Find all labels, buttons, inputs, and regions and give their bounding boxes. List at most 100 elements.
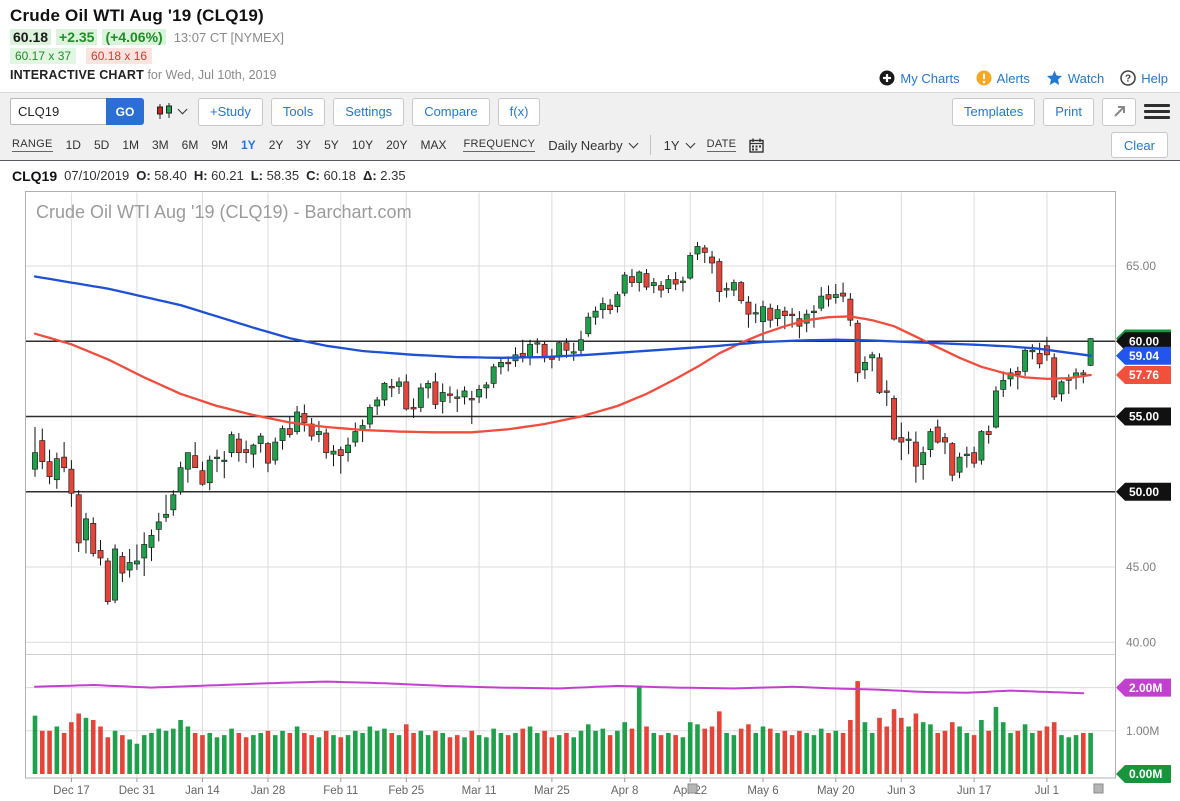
svg-text:0.00M: 0.00M [1129, 767, 1162, 781]
header-link-help[interactable]: ?Help [1120, 70, 1168, 86]
compare-button[interactable]: Compare [412, 98, 489, 126]
page-title: Crude Oil WTI Aug '19 (CLQ19) [10, 6, 1170, 26]
svg-text:40.00: 40.00 [1126, 635, 1156, 649]
date-label: DATE [707, 138, 737, 152]
svg-text:45.00: 45.00 [1126, 560, 1156, 574]
chevron-down-icon [628, 138, 638, 148]
f-x-button[interactable]: f(x) [498, 98, 541, 126]
expand-arrow-icon [1113, 105, 1126, 118]
range-item-20y[interactable]: 20Y [386, 138, 407, 152]
symbol-input[interactable] [10, 98, 106, 125]
svg-text:Feb 11: Feb 11 [323, 785, 358, 797]
grid-lines [26, 193, 1116, 778]
ohlc-field: Δ: 2.35 [363, 168, 406, 183]
range-item-5d[interactable]: 5D [94, 138, 109, 152]
divider [650, 135, 651, 155]
svg-text:Dec 31: Dec 31 [119, 785, 155, 797]
header-link-alerts[interactable]: Alerts [976, 70, 1030, 86]
svg-text:50.00: 50.00 [1129, 485, 1159, 499]
chevron-down-icon [685, 138, 695, 148]
svg-text:Mar 11: Mar 11 [462, 785, 497, 797]
range-item-1y[interactable]: 1Y [241, 138, 256, 152]
frequency-dropdown[interactable]: Daily Nearby [548, 138, 636, 153]
x-axis-labels: Dec 17 Dec 31 Jan 14 Jan 28 Feb 11 Feb 25 Mar … [53, 778, 1059, 797]
range-item-3y[interactable]: 3Y [296, 138, 311, 152]
range-item-3m[interactable]: 3M [152, 138, 169, 152]
last-price: 60.18 [10, 29, 51, 45]
range-item-1d[interactable]: 1D [66, 138, 81, 152]
price-change-percent: (+4.06%) [102, 29, 165, 45]
range-item-5y[interactable]: 5Y [324, 138, 339, 152]
ask-value: 60.18 x 16 [86, 48, 152, 64]
range-label: RANGE [12, 138, 53, 152]
svg-text:Jun 3: Jun 3 [887, 785, 915, 797]
ohlc-field: H: 60.21 [194, 168, 244, 183]
range-item-1m[interactable]: 1M [122, 138, 139, 152]
ohlc-symbol: CLQ19 [12, 168, 57, 184]
bid-ask-row: 60.17 x 37 60.18 x 16 [10, 48, 1170, 64]
svg-text:2.00M: 2.00M [1129, 681, 1162, 695]
calendar-button[interactable] [749, 138, 764, 153]
price-axis-labels: 65.0045.0040.001.00M60.1860.0055.0050.00… [1116, 259, 1171, 783]
price-change: +2.35 [56, 29, 97, 45]
svg-text:Dec 17: Dec 17 [53, 785, 89, 797]
settings-button[interactable]: Settings [333, 98, 404, 126]
red-ma-line [35, 316, 1091, 432]
range-item-9m[interactable]: 9M [211, 138, 228, 152]
go-button[interactable]: GO [106, 98, 144, 125]
section-label: INTERACTIVE CHART [10, 68, 144, 82]
svg-text:1.00M: 1.00M [1126, 724, 1159, 738]
ohlc-date: 07/10/2019 [64, 168, 129, 183]
volume-bars [33, 681, 1093, 774]
svg-text:Jun 17: Jun 17 [957, 785, 992, 797]
svg-text:Feb 25: Feb 25 [388, 785, 424, 797]
svg-text:57.76: 57.76 [1129, 368, 1159, 382]
header-link-my-charts[interactable]: My Charts [879, 70, 959, 86]
svg-text:60.00: 60.00 [1129, 334, 1159, 348]
chart-handle-icon[interactable] [1094, 784, 1103, 793]
header-link-watch[interactable]: Watch [1046, 70, 1104, 86]
chart-handle-icon[interactable] [688, 784, 697, 793]
candlestick-type-icon [156, 103, 176, 120]
range-item-6m[interactable]: 6M [182, 138, 199, 152]
svg-text:Apr 8: Apr 8 [611, 785, 639, 797]
chart-border [26, 192, 1116, 779]
ohlc-readout: CLQ19 07/10/2019 O: 58.40 H: 60.21 L: 58.3… [0, 161, 1180, 190]
interactive-chart[interactable]: Crude Oil WTI Aug '19 (CLQ19) - Barchart… [0, 190, 1180, 799]
ohlc-field: O: 58.40 [136, 168, 187, 183]
svg-text:65.00: 65.00 [1126, 259, 1156, 273]
ohlc-field: C: 60.18 [306, 168, 356, 183]
clear-button[interactable]: Clear [1111, 132, 1168, 158]
toolbar-row-range: RANGE 1D5D1M3M6M9M1Y2Y3Y5Y10Y20YMAX FREQ… [0, 130, 1180, 160]
alert-circle-icon [976, 70, 992, 86]
chart-toolbar: GO +Study Tools Settings Compare f(x) Templa… [0, 93, 1180, 161]
range-item-10y[interactable]: 10Y [352, 138, 373, 152]
templates-button[interactable]: Templates [952, 98, 1035, 126]
svg-text:May 6: May 6 [747, 785, 778, 797]
svg-text:59.04: 59.04 [1129, 349, 1159, 363]
range-item-2y[interactable]: 2Y [269, 138, 284, 152]
ohlc-field: L: 58.35 [251, 168, 299, 183]
section-date: for Wed, Jul 10th, 2019 [147, 68, 276, 82]
frequency-value: Daily Nearby [548, 138, 622, 153]
question-circle-icon: ? [1120, 70, 1136, 86]
print-button[interactable]: Print [1043, 98, 1094, 126]
bid-value: 60.17 x 37 [10, 48, 76, 64]
range-item-max[interactable]: MAX [420, 138, 446, 152]
chart-type-dropdown[interactable] [152, 101, 190, 122]
study-button[interactable]: +Study [198, 98, 263, 126]
svg-text:Jan 14: Jan 14 [185, 785, 220, 797]
quote-header: Crude Oil WTI Aug '19 (CLQ19) 60.18 +2.3… [0, 0, 1180, 93]
header-links: My Charts Alerts Watch ?Help [879, 70, 1168, 86]
tools-button[interactable]: Tools [271, 98, 325, 126]
chevron-down-icon [178, 105, 188, 115]
svg-text:Mar 25: Mar 25 [534, 785, 570, 797]
period-dropdown[interactable]: 1Y [664, 138, 694, 153]
period-value: 1Y [664, 138, 680, 153]
menu-icon[interactable] [1144, 98, 1170, 126]
svg-text:?: ? [1125, 74, 1131, 85]
svg-text:55.00: 55.00 [1129, 410, 1159, 424]
svg-text:Jan 28: Jan 28 [251, 785, 286, 797]
expand-chart-button[interactable] [1102, 98, 1136, 126]
toolbar-row-main: GO +Study Tools Settings Compare f(x) Templa… [0, 93, 1180, 130]
